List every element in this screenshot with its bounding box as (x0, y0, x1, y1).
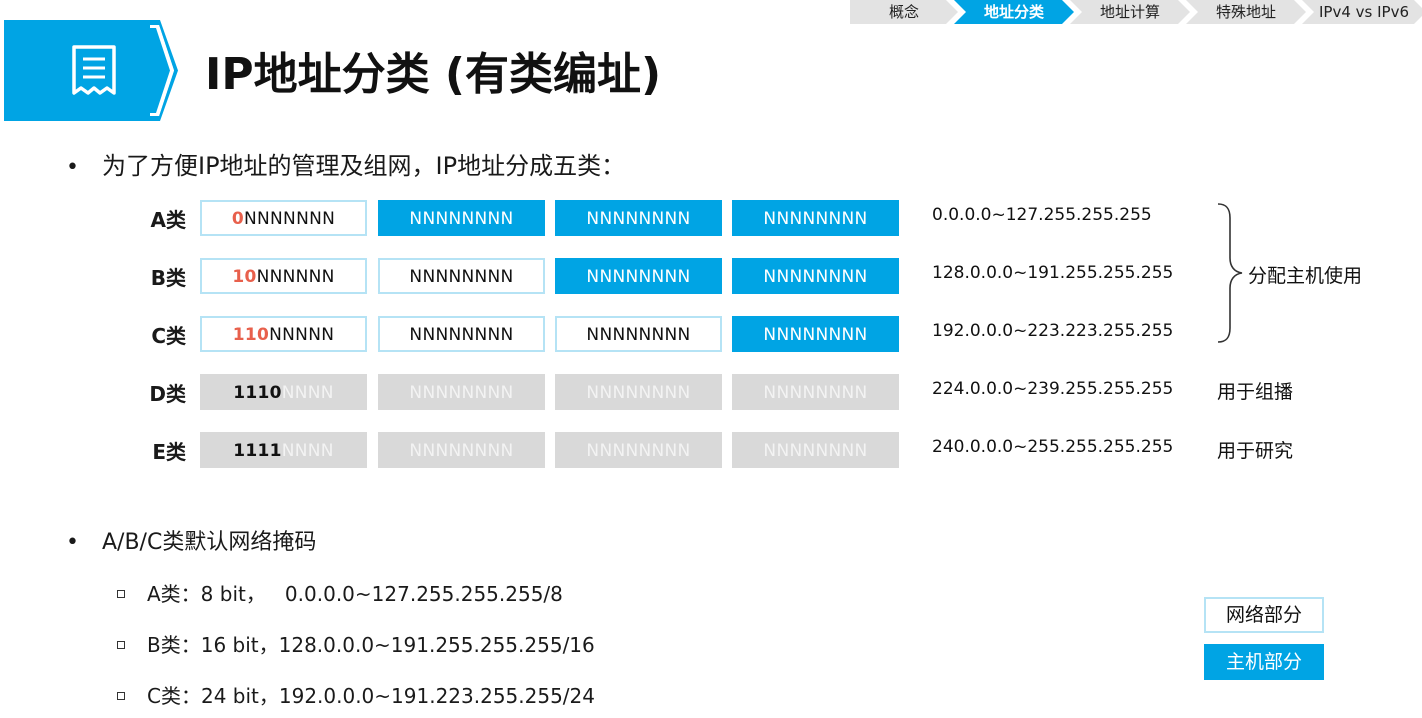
nav-item-label: 特殊地址 (1215, 3, 1276, 21)
octet-cell-host: NNNNNNNN (555, 200, 722, 236)
note-host-use: 分配主机使用 (1248, 265, 1363, 287)
class-label: E类 (152, 440, 186, 464)
square-bullet-icon (117, 691, 125, 700)
class-prefix-bits: 10 (232, 267, 257, 287)
octet-bits: NNNN (281, 383, 334, 403)
octet-cell-host: NNNNNNNN (732, 316, 899, 352)
octet-cell-net: 10NNNNNN (200, 258, 367, 294)
legend-network: 网络部分 (1204, 597, 1324, 633)
octet-cell-gray: NNNNNNNN (732, 374, 899, 410)
octet-bits: NNNNNNNN (763, 325, 868, 345)
octet-cell-net: 110NNNNN (200, 316, 367, 352)
octet-bits: NNNNNNNN (586, 209, 691, 229)
octet-bits: NNNNNNNN (763, 383, 868, 403)
octet-cell-gray: NNNNNNNN (732, 432, 899, 468)
octet-cell-host: NNNNNNNN (732, 258, 899, 294)
octet-cell-gray: NNNNNNNN (555, 432, 722, 468)
octet-bits: NNNNNNNN (586, 441, 691, 461)
nav-item-label: 地址分类 (983, 3, 1044, 21)
mask-item-b: B类：16 bit，128.0.0.0~191.255.255.255/16 (117, 629, 595, 658)
intro-bullet: • 为了方便IP地址的管理及组网，IP地址分成五类： (66, 146, 625, 181)
octet-bits: NNNNNNNN (409, 441, 514, 461)
address-range: 192.0.0.0~223.223.255.255 (932, 321, 1174, 341)
legend-host: 主机部分 (1204, 644, 1324, 680)
octet-cell-net: NNNNNNNN (378, 258, 545, 294)
octet-bits: NNNNNNNN (409, 325, 514, 345)
document-icon (72, 45, 116, 95)
octet-cell-gray: NNNNNNNN (555, 374, 722, 410)
mask-bullet: • A/B/C类默认网络掩码 (66, 524, 316, 556)
class-prefix-bits: 1111 (233, 441, 282, 461)
class-prefix-bits: 110 (232, 325, 270, 345)
nav-item-special-address[interactable]: 特殊地址 (1186, 0, 1306, 24)
octet-bits: NNNNNNNN (763, 209, 868, 229)
nav-item-concept[interactable]: 概念 (850, 0, 958, 24)
mask-item-text: B类：16 bit，128.0.0.0~191.255.255.255/16 (147, 633, 595, 657)
bullet-dot: • (66, 155, 79, 180)
mask-item-a: A类：8 bit， 0.0.0.0~127.255.255.255/8 (117, 578, 563, 607)
octet-bits: NNNNNNN (244, 209, 336, 229)
octet-cell-gray: NNNNNNNN (378, 432, 545, 468)
octet-bits: NNNNNNNN (409, 209, 514, 229)
address-range: 224.0.0.0~239.255.255.255 (932, 379, 1174, 399)
address-range: 240.0.0.0~255.255.255.255 (932, 437, 1174, 457)
octet-cell-host: NNNNNNNN (378, 200, 545, 236)
octet-bits: NNNNNNNN (409, 267, 514, 287)
mask-heading: A/B/C类默认网络掩码 (102, 530, 317, 555)
class-label: D类 (149, 382, 186, 406)
octet-cell-gray: NNNNNNNN (378, 374, 545, 410)
octet-cell-host: NNNNNNNN (555, 258, 722, 294)
nav-item-label: 概念 (888, 3, 919, 21)
octet-cell-net: NNNNNNNN (555, 316, 722, 352)
nav-item-ipv4-vs-ipv6[interactable]: IPv4 vs IPv6 (1302, 0, 1422, 24)
nav-item-address-calc[interactable]: 地址计算 (1070, 0, 1190, 24)
octet-cell-host: NNNNNNNN (732, 200, 899, 236)
octet-bits: NNNN (281, 441, 334, 461)
octet-bits: NNNNNNNN (409, 383, 514, 403)
octet-cell-net: 0NNNNNNN (200, 200, 367, 236)
brace-icon (1217, 203, 1243, 343)
class-label: B类 (150, 266, 186, 290)
note-multicast: 用于组播 (1217, 381, 1294, 403)
nav-item-address-class[interactable]: 地址分类 (954, 0, 1074, 24)
intro-text: 为了方便IP地址的管理及组网，IP地址分成五类： (102, 152, 626, 180)
octet-bits: NNNNNNNN (586, 267, 691, 287)
header-chevron (150, 20, 178, 121)
class-prefix-bits: 1110 (233, 383, 282, 403)
octet-cell-gray: 1110NNNN (200, 374, 367, 410)
page-title: IP地址分类 (有类编址) (205, 49, 662, 100)
square-bullet-icon (117, 640, 125, 649)
octet-bits: NNNNN (269, 325, 335, 345)
note-research: 用于研究 (1217, 440, 1294, 462)
octet-bits: NNNNNNNN (763, 441, 868, 461)
octet-bits: NNNNNNNN (586, 325, 691, 345)
octet-bits: NNNNNNNN (586, 383, 691, 403)
octet-bits: NNNNNNNN (763, 267, 868, 287)
address-range: 0.0.0.0~127.255.255.255 (932, 205, 1152, 225)
mask-item-text: C类：24 bit，192.0.0.0~191.223.255.255/24 (147, 684, 595, 708)
nav-item-label: IPv4 vs IPv6 (1318, 3, 1409, 21)
class-prefix-bits: 0 (231, 209, 244, 229)
class-label: A类 (150, 208, 186, 232)
octet-bits: NNNNNN (256, 267, 335, 287)
octet-cell-gray: 1111NNNN (200, 432, 367, 468)
class-label: C类 (151, 324, 186, 348)
square-bullet-icon (117, 589, 125, 598)
mask-item-c: C类：24 bit，192.0.0.0~191.223.255.255/24 (117, 680, 595, 709)
octet-cell-net: NNNNNNNN (378, 316, 545, 352)
bullet-dot: • (66, 530, 79, 555)
nav-item-label: 地址计算 (1099, 3, 1160, 21)
section-nav: 概念 地址分类 地址计算 特殊地址 IPv4 vs IPv6 (850, 0, 1422, 24)
address-range: 128.0.0.0~191.255.255.255 (932, 263, 1174, 283)
mask-item-text: A类：8 bit， 0.0.0.0~127.255.255.255/8 (147, 582, 563, 606)
